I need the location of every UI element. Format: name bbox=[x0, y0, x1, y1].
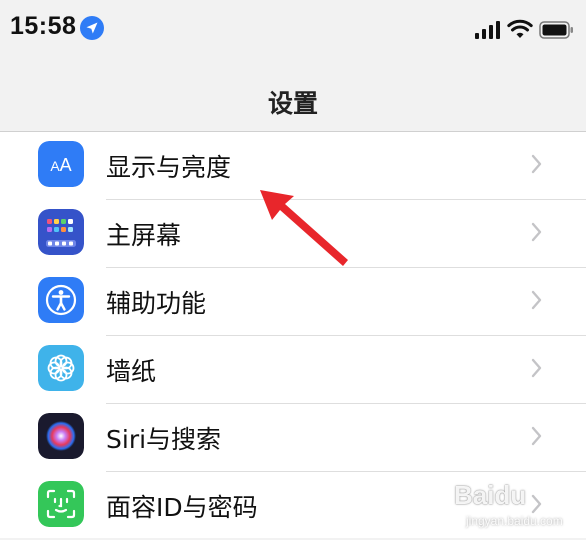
svg-text:AA: AA bbox=[50, 155, 71, 175]
chevron-right-icon bbox=[530, 220, 544, 244]
face-id-icon bbox=[38, 481, 84, 527]
status-time: 15:58 bbox=[10, 12, 77, 40]
settings-row-label: 辅助功能 bbox=[106, 289, 207, 318]
settings-row-wallpaper[interactable]: 墙纸 bbox=[0, 336, 586, 404]
settings-row-label: 面容ID与密码 bbox=[106, 493, 258, 522]
siri-icon bbox=[38, 413, 84, 459]
page-title: 设置 bbox=[267, 89, 318, 118]
accessibility-icon bbox=[38, 277, 84, 323]
wallpaper-icon bbox=[38, 345, 84, 391]
display-brightness-icon: AA bbox=[38, 141, 84, 187]
settings-row-label: 墙纸 bbox=[106, 357, 157, 386]
settings-row-siri-search[interactable]: Siri与搜索 bbox=[0, 404, 586, 472]
settings-row-label: 主屏幕 bbox=[106, 221, 182, 250]
red-arrow-icon bbox=[250, 182, 360, 272]
chevron-right-icon bbox=[530, 424, 544, 448]
chevron-right-icon bbox=[530, 152, 544, 176]
home-screen-icon bbox=[38, 209, 84, 255]
location-arrow-icon bbox=[80, 16, 104, 40]
watermark-text: Baidu bbox=[454, 480, 527, 510]
cellular-signal-icon bbox=[474, 20, 502, 40]
watermark-subtext: jingyan.baidu.com bbox=[466, 514, 563, 528]
settings-row-label: 显示与亮度 bbox=[106, 153, 232, 182]
battery-icon bbox=[539, 20, 575, 40]
chevron-right-icon bbox=[530, 356, 544, 380]
status-bar: 15:58 bbox=[0, 0, 586, 60]
settings-row-label: Siri与搜索 bbox=[106, 425, 222, 454]
baidu-watermark: Baidu jingyan.baidu.com bbox=[448, 478, 582, 534]
chevron-right-icon bbox=[530, 288, 544, 312]
wifi-icon bbox=[507, 18, 533, 40]
settings-row-accessibility[interactable]: 辅助功能 bbox=[0, 268, 586, 336]
